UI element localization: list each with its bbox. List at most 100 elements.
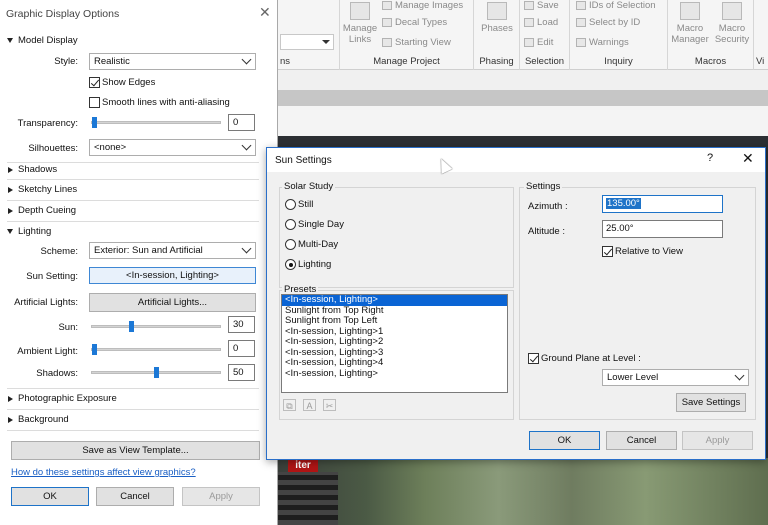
delete-preset-icon[interactable]: ✂ bbox=[323, 399, 336, 411]
phases-button[interactable]: Phases bbox=[478, 2, 516, 34]
ambient-light-slider[interactable] bbox=[91, 344, 221, 355]
cancel-button[interactable]: Cancel bbox=[606, 431, 677, 450]
section-sketchy-lines[interactable]: Sketchy Lines bbox=[7, 184, 77, 195]
preset-item[interactable]: Sunlight from Top Left bbox=[282, 315, 507, 327]
ambient-light-input[interactable]: 0 bbox=[228, 340, 255, 357]
ground-plane-label: Ground Plane at Level : bbox=[541, 353, 641, 364]
artificial-lights-button[interactable]: Artificial Lights... bbox=[89, 293, 256, 312]
close-icon[interactable]: ✕ bbox=[259, 4, 271, 21]
save-label: Save bbox=[537, 0, 559, 11]
transparency-input[interactable]: 0 bbox=[228, 114, 255, 131]
sun-input[interactable]: 30 bbox=[228, 316, 255, 333]
expand-right-icon bbox=[8, 416, 13, 423]
section-lighting[interactable]: Lighting bbox=[7, 226, 51, 237]
manage-images-label: Manage Images bbox=[395, 0, 464, 11]
transparency-slider[interactable] bbox=[91, 117, 221, 128]
phases-label: Phases bbox=[481, 23, 513, 34]
level-dropdown[interactable]: Lower Level bbox=[602, 369, 749, 386]
smooth-lines-checkbox[interactable]: Smooth lines with anti-aliasing bbox=[89, 97, 230, 108]
show-edges-checkbox[interactable]: Show Edges bbox=[89, 77, 155, 88]
decal-icon bbox=[382, 18, 392, 27]
ribbon-group-title: Manage Project bbox=[373, 56, 440, 67]
radio-single-day[interactable]: Single Day bbox=[285, 219, 344, 230]
expand-right-icon bbox=[8, 166, 13, 173]
expand-right-icon bbox=[8, 395, 13, 402]
ribbon-group-title: Inquiry bbox=[604, 56, 633, 67]
radio-still[interactable]: Still bbox=[285, 199, 313, 210]
slider-thumb[interactable] bbox=[92, 344, 97, 355]
starting-view-button[interactable]: Starting View bbox=[382, 37, 451, 48]
transparency-label: Transparency: bbox=[17, 118, 78, 129]
select-by-id-label: Select by ID bbox=[589, 17, 641, 28]
macro-security-button[interactable]: Macro Security bbox=[712, 2, 752, 45]
apply-button[interactable]: Apply bbox=[682, 431, 753, 450]
rename-preset-icon[interactable]: A bbox=[303, 399, 316, 411]
section-depth-cueing[interactable]: Depth Cueing bbox=[7, 205, 76, 216]
manage-links-button[interactable]: Manage Links bbox=[342, 2, 378, 45]
select-by-id-button[interactable]: Select by ID bbox=[576, 17, 640, 28]
section-model-display[interactable]: Model Display bbox=[7, 35, 78, 46]
dialog-titlebar[interactable]: Sun Settings ? ✕ bbox=[267, 148, 765, 172]
style-dropdown[interactable]: Realistic bbox=[89, 53, 256, 70]
altitude-input[interactable]: 25.00° bbox=[602, 220, 723, 238]
preset-item[interactable]: <In-session, Lighting>4 bbox=[282, 357, 507, 369]
save-selection-button[interactable]: Save bbox=[524, 0, 559, 11]
silhouettes-label: Silhouettes: bbox=[28, 143, 78, 154]
help-icon[interactable]: ? bbox=[707, 152, 713, 164]
section-background[interactable]: Background bbox=[7, 414, 69, 425]
section-label: Sketchy Lines bbox=[18, 184, 78, 195]
radio-lighting[interactable]: Lighting bbox=[285, 259, 331, 270]
warnings-button[interactable]: Warnings bbox=[576, 37, 629, 48]
apply-button[interactable]: Apply bbox=[182, 487, 260, 506]
manage-images-button[interactable]: Manage Images bbox=[382, 0, 463, 11]
load-selection-button[interactable]: Load bbox=[524, 17, 558, 28]
dialog-title: Sun Settings bbox=[275, 155, 332, 166]
cancel-button[interactable]: Cancel bbox=[96, 487, 174, 506]
decal-types-label: Decal Types bbox=[395, 17, 448, 28]
section-label: Background bbox=[18, 414, 69, 425]
load-icon bbox=[524, 18, 534, 27]
slider-thumb[interactable] bbox=[129, 321, 134, 332]
artificial-lights-label: Artificial Lights: bbox=[14, 297, 78, 308]
save-view-template-button[interactable]: Save as View Template... bbox=[11, 441, 260, 460]
save-settings-button[interactable]: Save Settings bbox=[676, 393, 746, 412]
ok-button[interactable]: OK bbox=[11, 487, 89, 506]
radio-label: Still bbox=[298, 199, 314, 210]
silhouettes-dropdown[interactable]: <none> bbox=[89, 139, 256, 156]
help-link[interactable]: How do these settings affect view graphi… bbox=[11, 467, 196, 478]
decal-types-button[interactable]: Decal Types bbox=[382, 17, 447, 28]
chevron-down-icon bbox=[241, 243, 252, 254]
relative-to-view-checkbox[interactable]: Relative to View bbox=[602, 246, 683, 257]
expand-right-icon bbox=[8, 186, 13, 193]
duplicate-preset-icon[interactable]: ⧉ bbox=[283, 399, 296, 411]
rendered-trees bbox=[278, 458, 768, 525]
radio-label: Multi-Day bbox=[298, 239, 339, 250]
preset-item[interactable]: <In-session, Lighting> bbox=[282, 368, 507, 380]
divider bbox=[7, 162, 259, 163]
preset-item[interactable]: <In-session, Lighting> bbox=[282, 294, 507, 306]
ids-of-selection-button[interactable]: IDs of Selection bbox=[576, 0, 656, 11]
close-icon[interactable]: ✕ bbox=[742, 150, 754, 167]
shadows-slider[interactable] bbox=[91, 367, 221, 378]
panel-title: Graphic Display Options bbox=[6, 8, 120, 20]
show-edges-label: Show Edges bbox=[102, 77, 156, 88]
section-photographic-exposure[interactable]: Photographic Exposure bbox=[7, 393, 117, 404]
scheme-dropdown[interactable]: Exterior: Sun and Artificial bbox=[89, 242, 256, 259]
radio-off-icon bbox=[285, 199, 296, 210]
sun-setting-button[interactable]: <In-session, Lighting> bbox=[89, 267, 256, 284]
presets-list[interactable]: <In-session, Lighting> Sunlight from Top … bbox=[281, 294, 508, 393]
macro-manager-button[interactable]: Macro Manager bbox=[670, 2, 710, 45]
divider bbox=[7, 221, 259, 222]
preset-item[interactable]: <In-session, Lighting>2 bbox=[282, 336, 507, 348]
ribbon-group-manage-project: Manage Links Manage Images Decal Types S… bbox=[340, 0, 474, 70]
ground-plane-checkbox[interactable]: Ground Plane at Level : bbox=[528, 353, 641, 364]
edit-selection-button[interactable]: Edit bbox=[524, 37, 553, 48]
slider-thumb[interactable] bbox=[154, 367, 159, 378]
section-shadows[interactable]: Shadows bbox=[7, 164, 57, 175]
azimuth-input[interactable]: 135.00° bbox=[602, 195, 723, 213]
shadows-input[interactable]: 50 bbox=[228, 364, 255, 381]
sun-slider[interactable] bbox=[91, 321, 221, 332]
radio-multi-day[interactable]: Multi-Day bbox=[285, 239, 338, 250]
slider-thumb[interactable] bbox=[92, 117, 97, 128]
ok-button[interactable]: OK bbox=[529, 431, 600, 450]
